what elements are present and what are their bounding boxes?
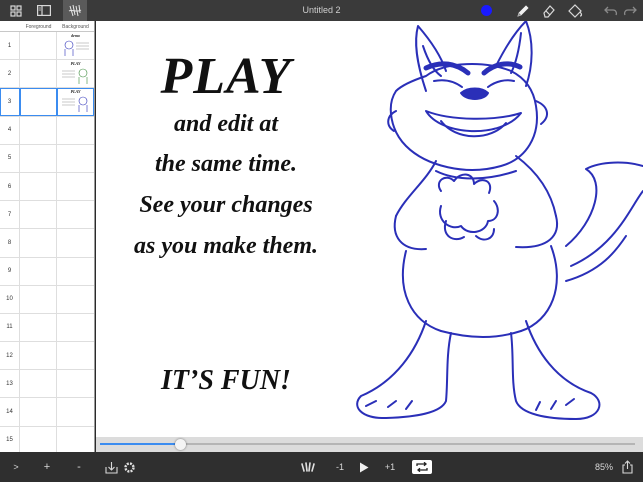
column-foreground: Foreground [25,24,52,30]
body-line-4: as you make them. [134,233,318,259]
column-background: Background [62,24,89,30]
eraser-icon[interactable] [539,0,559,21]
scrubber-progress [100,443,181,445]
frame-row[interactable]: 9 [0,257,94,286]
frame-number: 14 [0,398,20,426]
frame-row[interactable]: 3 PLAY [0,88,94,117]
foreground-cell[interactable] [20,201,57,229]
pencil-icon[interactable] [513,0,533,21]
background-cell[interactable] [57,145,94,172]
next-frame-button[interactable]: +1 [379,452,401,482]
onion-skin-icon[interactable] [298,452,318,482]
frame-number: 11 [0,313,20,342]
background-cell[interactable] [57,229,94,256]
body-line-2: the same time. [155,151,297,177]
foreground-cell[interactable] [20,229,57,257]
frame-number: 1 [0,32,20,60]
play-icon[interactable] [356,452,372,482]
frame-thumbnail: PLAY [59,89,92,116]
bottom-toolbar: > + - -1 +1 85% [0,452,643,482]
previous-frame-button[interactable]: -1 [329,452,351,482]
frame-number: 2 [0,60,20,88]
foreground-cell[interactable] [20,144,57,172]
foreground-cell[interactable] [20,32,57,60]
frame-number: 4 [0,116,20,144]
background-cell[interactable] [57,258,94,285]
frame-row[interactable]: 7 [0,201,94,230]
color-swatch-icon[interactable] [478,0,494,21]
scrubber-track [180,443,635,445]
frame-row[interactable]: 8 [0,229,94,258]
background-cell[interactable] [57,173,94,200]
foreground-cell[interactable] [20,88,57,116]
frames-header: Foreground Background [0,21,94,32]
background-cell[interactable]: demo [57,32,94,59]
foreground-cell[interactable] [20,398,57,426]
share-icon[interactable] [619,452,635,482]
frame-row[interactable]: 4 [0,116,94,145]
undo-icon[interactable] [603,0,619,21]
background-cell[interactable] [57,342,94,369]
background-cell[interactable] [57,286,94,313]
foreground-cell[interactable] [20,257,57,285]
frame-row[interactable]: 14 [0,398,94,427]
foreground-cell[interactable] [20,342,57,370]
frame-row[interactable]: 12 [0,342,94,371]
timeline-scrubber[interactable] [96,437,643,452]
frame-number: 13 [0,370,20,398]
frame-number: 9 [0,257,20,285]
frame-row[interactable]: 1 demo [0,32,94,61]
background-cell[interactable] [57,370,94,397]
settings-gear-icon[interactable] [120,452,138,482]
background-cell[interactable] [57,314,94,341]
foreground-cell[interactable] [20,116,57,144]
background-cell[interactable] [57,201,94,228]
background-cell[interactable] [57,117,94,144]
headline-text: PLAY [160,48,292,105]
foreground-cell[interactable] [20,172,57,201]
tagline-text: IT’S FUN! [161,365,291,396]
fill-icon[interactable] [564,0,586,21]
frame-row[interactable]: 6 [0,172,94,202]
frame-number: 7 [0,201,20,229]
frame-thumbnail: demo [59,33,92,59]
frame-number: 10 [0,285,20,313]
frame-number: 3 [0,88,20,116]
frame-thumbnail: PLAY [59,61,92,88]
body-line-3: See your changes [139,192,313,218]
import-icon[interactable] [102,452,120,482]
add-frame-button[interactable]: + [37,452,57,482]
frame-row[interactable]: 15 [0,426,94,452]
loop-icon[interactable] [412,460,432,474]
foreground-cell[interactable] [20,426,57,452]
foreground-cell[interactable] [20,313,57,342]
top-toolbar: Untitled 2 [0,0,643,21]
frames-panel: Foreground Background 1 demo 2 PLAY 3 PLAY 4 5 6… [0,21,95,452]
frame-number: 5 [0,144,20,172]
scrubber-handle[interactable] [174,439,186,450]
foreground-cell[interactable] [20,285,57,313]
frame-row[interactable]: 2 PLAY [0,60,94,89]
frame-number: 15 [0,426,20,452]
background-cell[interactable] [57,398,94,425]
redo-icon[interactable] [622,0,638,21]
frame-row[interactable]: 10 [0,285,94,314]
frame-row[interactable]: 13 [0,370,94,399]
frame-row[interactable]: 5 [0,144,94,173]
drawing-canvas[interactable]: PLAY and edit at the same time. See your… [96,21,643,437]
background-cell[interactable]: PLAY [57,60,94,88]
frame-number: 6 [0,172,20,201]
background-cell[interactable]: PLAY [57,88,94,116]
foreground-cell[interactable] [20,370,57,398]
expand-panel-button[interactable]: > [6,452,26,482]
frame-number: 8 [0,229,20,257]
background-cell[interactable] [57,427,94,452]
zoom-level[interactable]: 85% [590,452,618,482]
body-line-1: and edit at [173,111,278,137]
frame-row[interactable]: 11 [0,313,94,343]
remove-frame-button[interactable]: - [69,452,89,482]
frame-number: 12 [0,342,20,370]
foreground-cell[interactable] [20,60,57,88]
